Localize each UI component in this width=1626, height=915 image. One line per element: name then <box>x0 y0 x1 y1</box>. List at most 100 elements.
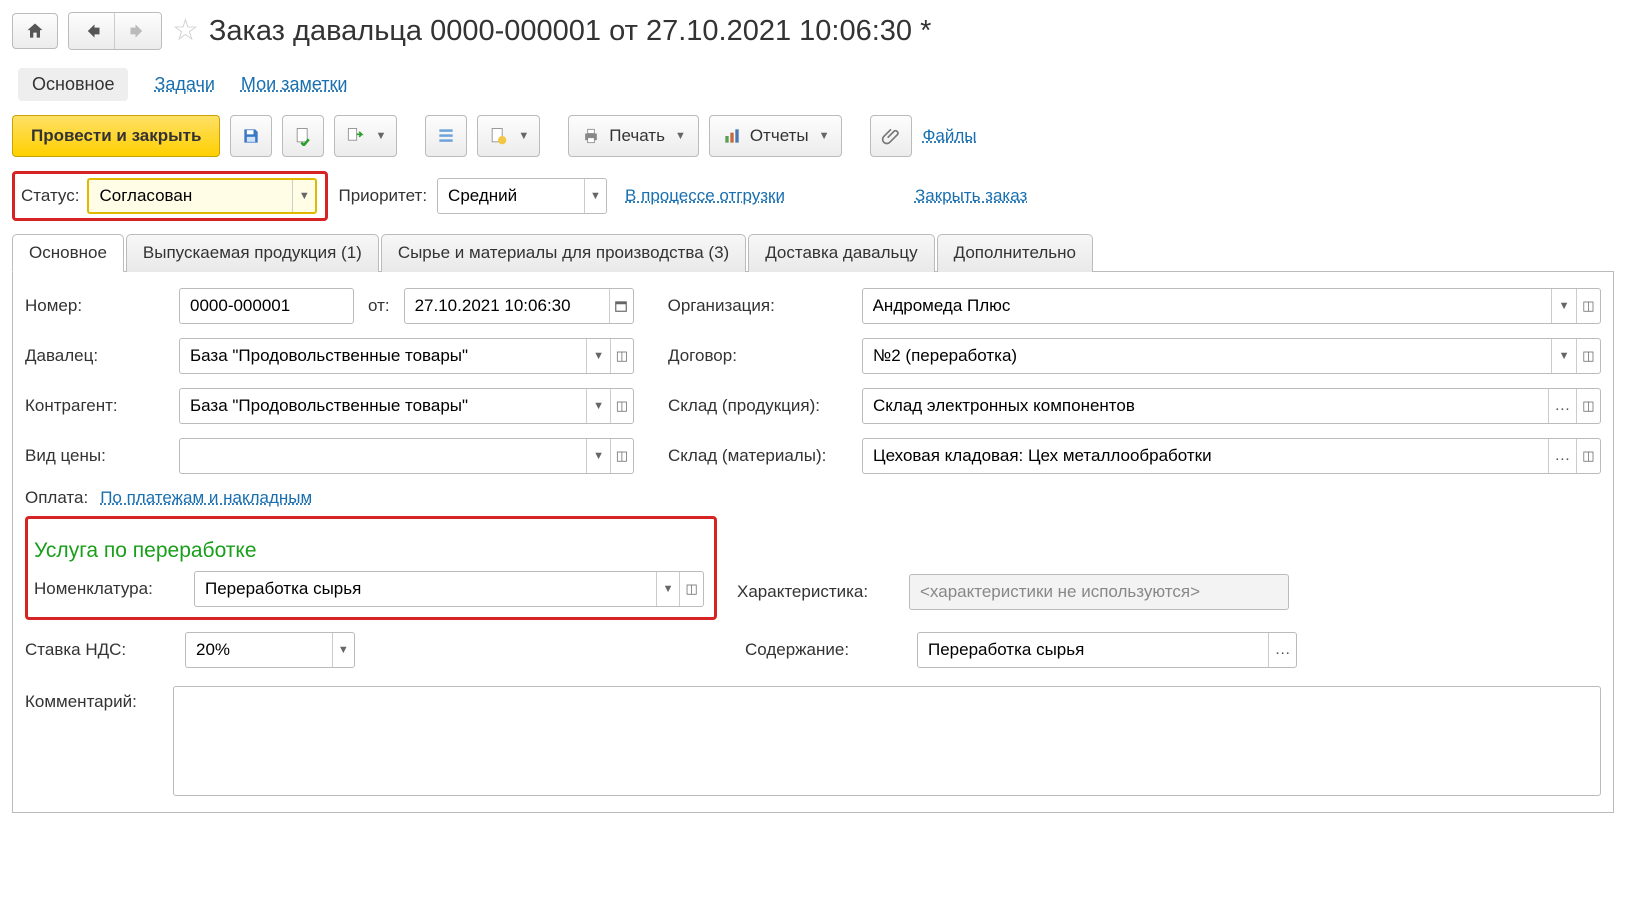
tab-content-main: Номер: от: Организация: ▼ ◫ Давалец: ▼ ◫… <box>12 272 1614 813</box>
post-and-close-button[interactable]: Провести и закрыть <box>12 115 220 157</box>
vat-dropdown[interactable]: ▼ <box>332 633 354 667</box>
home-icon <box>25 21 45 41</box>
supplier-open[interactable]: ◫ <box>610 339 633 373</box>
priority-combo[interactable]: ▼ <box>437 178 607 214</box>
tab-materials[interactable]: Сырье и материалы для производства (3) <box>381 234 746 272</box>
date-input[interactable] <box>405 289 610 323</box>
print-label: Печать <box>609 126 665 146</box>
org-dropdown[interactable]: ▼ <box>1551 289 1575 323</box>
save-button[interactable] <box>230 115 272 157</box>
counterparty-label: Контрагент: <box>25 396 165 416</box>
pricetype-label: Вид цены: <box>25 446 165 466</box>
counterparty-open[interactable]: ◫ <box>610 389 633 423</box>
mat-warehouse-label: Склад (материалы): <box>668 446 848 466</box>
vat-input[interactable] <box>186 633 332 667</box>
tab-extra[interactable]: Дополнительно <box>937 234 1093 272</box>
org-input[interactable] <box>863 289 1552 323</box>
priority-input[interactable] <box>438 179 584 213</box>
org-combo[interactable]: ▼ ◫ <box>862 288 1601 324</box>
edi-button[interactable]: ▼ <box>477 115 540 157</box>
attach-button[interactable] <box>870 115 912 157</box>
arrow-left-icon <box>82 21 102 41</box>
close-order-link[interactable]: Закрыть заказ <box>915 186 1027 206</box>
service-section-title: Услуга по переработке <box>34 539 704 563</box>
prod-warehouse-combo[interactable]: … ◫ <box>862 388 1601 424</box>
document-arrow-icon <box>345 126 365 146</box>
document-check-icon <box>293 126 313 146</box>
status-label: Статус: <box>21 186 79 206</box>
forward-button[interactable] <box>115 13 161 49</box>
counterparty-dropdown[interactable]: ▼ <box>586 389 609 423</box>
favorite-star-icon[interactable]: ☆ <box>172 16 199 46</box>
mat-warehouse-combo[interactable]: … ◫ <box>862 438 1601 474</box>
counterparty-combo[interactable]: ▼ ◫ <box>179 388 634 424</box>
contract-input[interactable] <box>863 339 1551 373</box>
prod-warehouse-input[interactable] <box>863 389 1548 423</box>
tab-main[interactable]: Основное <box>12 234 124 272</box>
contract-combo[interactable]: ▼ ◫ <box>862 338 1601 374</box>
shipping-process-link[interactable]: В процессе отгрузки <box>625 186 785 206</box>
nomenclature-dropdown[interactable]: ▼ <box>656 572 680 606</box>
back-button[interactable] <box>69 13 115 49</box>
mat-warehouse-input[interactable] <box>863 439 1548 473</box>
chevron-down-icon: ▼ <box>675 130 686 142</box>
tab-delivery[interactable]: Доставка давальцу <box>748 234 934 272</box>
pricetype-open[interactable]: ◫ <box>610 439 633 473</box>
nomenclature-open[interactable]: ◫ <box>679 572 703 606</box>
contract-dropdown[interactable]: ▼ <box>1551 339 1575 373</box>
create-based-on-button[interactable]: ▼ <box>334 115 397 157</box>
pricetype-input[interactable] <box>180 439 586 473</box>
priority-dropdown[interactable]: ▼ <box>584 179 606 213</box>
status-combo[interactable]: ▼ <box>87 178 317 214</box>
nomenclature-input[interactable] <box>195 572 656 606</box>
prod-warehouse-select[interactable]: … <box>1548 389 1576 423</box>
vat-combo[interactable]: ▼ <box>185 632 355 668</box>
date-label: от: <box>368 296 390 316</box>
org-open[interactable]: ◫ <box>1576 289 1600 323</box>
document-gear-icon <box>488 126 508 146</box>
subtab-notes[interactable]: Мои заметки <box>241 68 348 101</box>
content-select[interactable]: … <box>1268 633 1296 667</box>
chart-icon <box>722 126 742 146</box>
tab-products[interactable]: Выпускаемая продукция (1) <box>126 234 379 272</box>
supplier-input[interactable] <box>180 339 586 373</box>
contract-label: Договор: <box>668 346 848 366</box>
supplier-dropdown[interactable]: ▼ <box>586 339 609 373</box>
payment-link[interactable]: По платежам и накладным <box>100 488 312 508</box>
characteristic-input <box>910 575 1288 609</box>
nomenclature-combo[interactable]: ▼ ◫ <box>194 571 704 607</box>
reports-button[interactable]: Отчеты ▼ <box>709 115 843 157</box>
chevron-down-icon: ▼ <box>819 130 830 142</box>
supplier-combo[interactable]: ▼ ◫ <box>179 338 634 374</box>
content-input[interactable] <box>918 633 1268 667</box>
status-dropdown[interactable]: ▼ <box>292 180 315 212</box>
number-input[interactable] <box>180 289 353 323</box>
prod-warehouse-open[interactable]: ◫ <box>1576 389 1600 423</box>
calendar-button[interactable] <box>609 289 632 323</box>
mat-warehouse-open[interactable]: ◫ <box>1576 439 1600 473</box>
home-button[interactable] <box>12 13 58 49</box>
arrow-right-icon <box>128 21 148 41</box>
date-field[interactable] <box>404 288 634 324</box>
subtab-tasks[interactable]: Задачи <box>154 68 214 101</box>
pricetype-combo[interactable]: ▼ ◫ <box>179 438 634 474</box>
content-field[interactable]: … <box>917 632 1297 668</box>
contract-open[interactable]: ◫ <box>1576 339 1600 373</box>
print-button[interactable]: Печать ▼ <box>568 115 699 157</box>
service-highlight: Услуга по переработке Номенклатура: ▼ ◫ <box>25 516 717 620</box>
counterparty-input[interactable] <box>180 389 586 423</box>
subtab-main[interactable]: Основное <box>18 68 128 101</box>
register-button[interactable] <box>425 115 467 157</box>
mat-warehouse-select[interactable]: … <box>1548 439 1576 473</box>
files-link[interactable]: Файлы <box>922 126 976 146</box>
status-row: Статус: ▼ Приоритет: ▼ В процессе отгруз… <box>12 167 1614 225</box>
nav-group <box>68 12 162 50</box>
post-button[interactable] <box>282 115 324 157</box>
chevron-down-icon: ▼ <box>375 130 386 142</box>
number-field[interactable] <box>179 288 354 324</box>
save-icon <box>241 126 261 146</box>
comment-textarea[interactable] <box>173 686 1601 796</box>
status-input[interactable] <box>89 180 292 212</box>
status-highlight: Статус: ▼ <box>12 171 328 221</box>
pricetype-dropdown[interactable]: ▼ <box>586 439 609 473</box>
